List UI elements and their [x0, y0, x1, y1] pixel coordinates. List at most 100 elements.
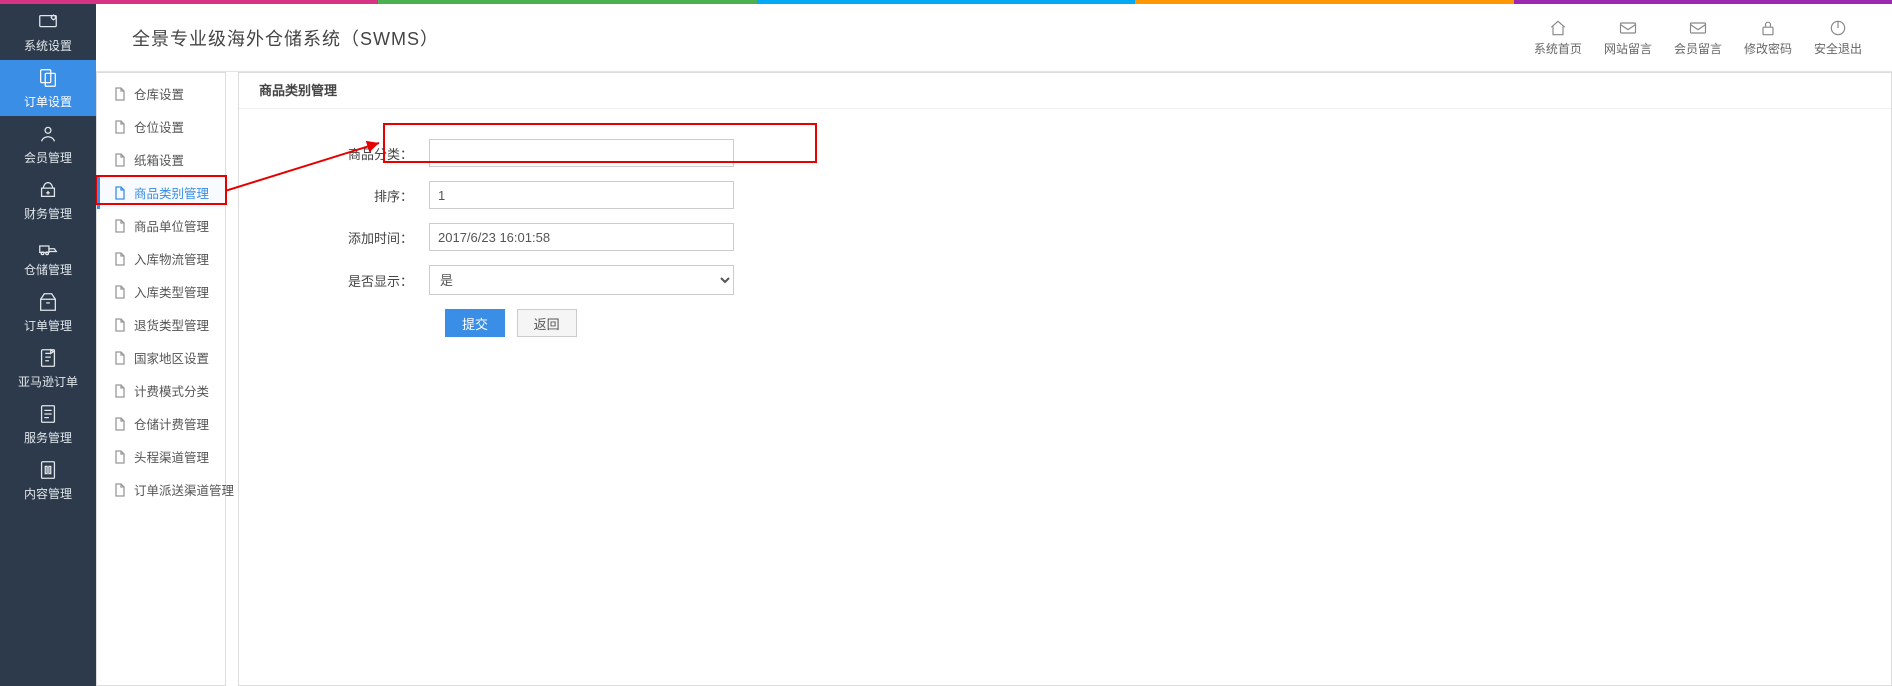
action-password[interactable]: 修改密码 — [1744, 18, 1792, 57]
action-label: 安全退出 — [1814, 40, 1862, 57]
submenu-item[interactable]: 仓储计费管理 — [97, 407, 225, 440]
warehouse-icon — [37, 235, 59, 257]
submenu-label: 商品单位管理 — [134, 216, 209, 235]
row-addtime: 添加时间： — [339, 223, 1871, 251]
submenu-item[interactable]: 仓库设置 — [97, 77, 225, 110]
order-icon — [37, 67, 59, 89]
nav-system[interactable]: 系统设置 — [0, 4, 96, 60]
label-addtime: 添加时间： — [339, 228, 429, 247]
file-icon — [114, 450, 126, 464]
nav-label: 内容管理 — [24, 485, 72, 502]
form: 商品分类： 排序： 添加时间： 是否显示： 是否 提交 返回 — [239, 109, 1891, 357]
action-logout[interactable]: 安全退出 — [1814, 18, 1862, 57]
file-icon — [114, 153, 126, 167]
action-mem-msg[interactable]: 会员留言 — [1674, 18, 1722, 57]
logout-icon — [1827, 18, 1849, 38]
service-icon — [37, 403, 59, 425]
nav-warehouse[interactable]: 仓储管理 — [0, 228, 96, 284]
file-icon — [114, 318, 126, 332]
ordermgmt-icon — [37, 291, 59, 313]
submenu-label: 订单派送渠道管理 — [134, 480, 234, 499]
primary-nav: 系统设置订单设置会员管理财务管理仓储管理订单管理亚马逊订单服务管理内容管理 — [0, 4, 96, 686]
password-icon — [1757, 18, 1779, 38]
accent-stripe — [0, 0, 1892, 4]
action-label: 修改密码 — [1744, 40, 1792, 57]
nav-label: 财务管理 — [24, 205, 72, 222]
nav-amazon[interactable]: 亚马逊订单 — [0, 340, 96, 396]
nav-content[interactable]: 内容管理 — [0, 452, 96, 508]
submenu-label: 国家地区设置 — [134, 348, 209, 367]
action-home[interactable]: 系统首页 — [1534, 18, 1582, 57]
nav-label: 亚马逊订单 — [18, 373, 78, 390]
submenu-item[interactable]: 商品单位管理 — [97, 209, 225, 242]
select-display[interactable]: 是否 — [429, 265, 734, 295]
row-category: 商品分类： — [339, 139, 1871, 167]
submenu-label: 头程渠道管理 — [134, 447, 209, 466]
nav-label: 系统设置 — [24, 37, 72, 54]
submenu-label: 纸箱设置 — [134, 150, 184, 169]
file-icon — [114, 219, 126, 233]
panel-title: 商品类别管理 — [239, 73, 1891, 109]
submit-button[interactable]: 提交 — [445, 309, 505, 337]
header: 全景专业级海外仓储系统（SWMS） 系统首页 网站留言 会员留言 修改密码 安全退出 — [96, 4, 1892, 72]
app-title: 全景专业级海外仓储系统（SWMS） — [132, 25, 439, 51]
file-icon — [114, 351, 126, 365]
submenu-item[interactable]: 仓位设置 — [97, 110, 225, 143]
label-display: 是否显示： — [339, 271, 429, 290]
submenu-item[interactable]: 订单派送渠道管理 — [97, 473, 225, 506]
submenu-label: 计费模式分类 — [134, 381, 209, 400]
row-display: 是否显示： 是否 — [339, 265, 1871, 295]
home-icon — [1547, 18, 1569, 38]
system-icon — [37, 11, 59, 33]
submenu-label: 仓位设置 — [134, 117, 184, 136]
nav-label: 订单管理 — [24, 317, 72, 334]
file-icon — [114, 252, 126, 266]
site-msg-icon — [1617, 18, 1639, 38]
nav-label: 仓储管理 — [24, 261, 72, 278]
submenu-label: 入库类型管理 — [134, 282, 209, 301]
submenu-label: 仓储计费管理 — [134, 414, 209, 433]
action-label: 会员留言 — [1674, 40, 1722, 57]
input-sort[interactable] — [429, 181, 734, 209]
action-site-msg[interactable]: 网站留言 — [1604, 18, 1652, 57]
mem-msg-icon — [1687, 18, 1709, 38]
file-icon — [114, 87, 126, 101]
submenu-item[interactable]: 国家地区设置 — [97, 341, 225, 374]
submenu-item[interactable]: 头程渠道管理 — [97, 440, 225, 473]
label-category: 商品分类： — [339, 144, 429, 163]
file-icon — [114, 186, 126, 200]
row-sort: 排序： — [339, 181, 1871, 209]
submenu-label: 退货类型管理 — [134, 315, 209, 334]
label-sort: 排序： — [339, 186, 429, 205]
nav-order[interactable]: 订单设置 — [0, 60, 96, 116]
action-label: 网站留言 — [1604, 40, 1652, 57]
nav-label: 服务管理 — [24, 429, 72, 446]
form-buttons: 提交 返回 — [445, 309, 1871, 337]
member-icon — [37, 123, 59, 145]
submenu-item[interactable]: 入库物流管理 — [97, 242, 225, 275]
header-actions: 系统首页 网站留言 会员留言 修改密码 安全退出 — [1534, 18, 1862, 57]
submenu-label: 入库物流管理 — [134, 249, 209, 268]
back-button[interactable]: 返回 — [517, 309, 577, 337]
content-icon — [37, 459, 59, 481]
file-icon — [114, 285, 126, 299]
nav-finance[interactable]: 财务管理 — [0, 172, 96, 228]
nav-member[interactable]: 会员管理 — [0, 116, 96, 172]
nav-service[interactable]: 服务管理 — [0, 396, 96, 452]
nav-ordermgmt[interactable]: 订单管理 — [0, 284, 96, 340]
submenu-item[interactable]: 入库类型管理 — [97, 275, 225, 308]
file-icon — [114, 120, 126, 134]
file-icon — [114, 483, 126, 497]
input-category[interactable] — [429, 139, 734, 167]
action-label: 系统首页 — [1534, 40, 1582, 57]
submenu-item[interactable]: 退货类型管理 — [97, 308, 225, 341]
finance-icon — [37, 179, 59, 201]
secondary-nav: 仓库设置仓位设置纸箱设置商品类别管理商品单位管理入库物流管理入库类型管理退货类型… — [96, 72, 226, 686]
submenu-item[interactable]: 计费模式分类 — [97, 374, 225, 407]
submenu-item[interactable]: 商品类别管理 — [97, 176, 225, 209]
input-addtime[interactable] — [429, 223, 734, 251]
nav-label: 订单设置 — [24, 93, 72, 110]
submenu-label: 商品类别管理 — [134, 183, 209, 202]
submenu-item[interactable]: 纸箱设置 — [97, 143, 225, 176]
file-icon — [114, 384, 126, 398]
